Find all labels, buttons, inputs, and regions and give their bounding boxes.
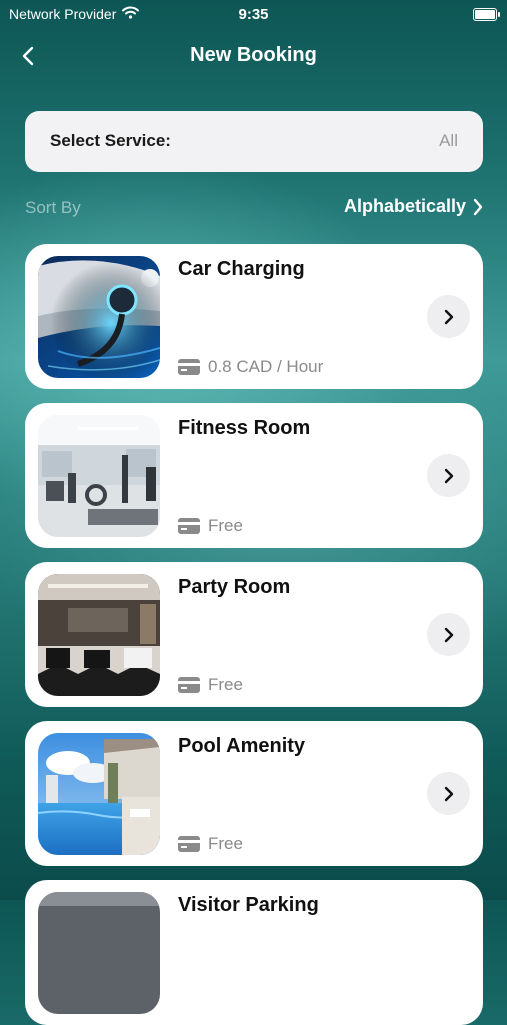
amenity-name: Car Charging [178,258,305,280]
amenity-price: Free [178,834,243,854]
nav-header: New Booking [0,38,507,76]
service-selector-label: Select Service: [50,131,171,150]
amenity-image [38,892,160,1014]
service-selector-value: All [439,131,458,150]
amenity-image [38,574,160,696]
credit-card-icon [178,677,200,693]
open-amenity-button[interactable] [427,295,470,338]
sort-option-button[interactable]: Alphabetically [344,196,483,217]
open-amenity-button[interactable] [427,613,470,656]
amenity-name: Party Room [178,576,291,598]
amenity-price: Free [178,516,243,536]
amenity-card-car-charging[interactable]: Car Charging 0.8 CAD / Hour [25,244,483,389]
amenity-price-text: 0.8 CAD / Hour [208,357,324,376]
amenity-name: Pool Amenity [178,735,306,757]
chevron-right-icon [473,198,483,215]
chevron-right-icon [444,468,453,483]
service-selector[interactable]: Select Service: All [25,111,483,172]
credit-card-icon [178,836,200,852]
amenity-card-pool-amenity[interactable]: Pool Amenity Free [25,721,483,866]
amenity-price-text: Free [208,834,243,853]
status-bar: Network Provider 9:35 [0,0,507,28]
credit-card-icon [178,518,200,534]
open-amenity-button[interactable] [427,454,470,497]
sort-label: Sort By [25,198,81,217]
amenity-card-visitor-parking[interactable]: Visitor Parking [25,880,483,1025]
credit-card-icon [178,359,200,375]
chevron-right-icon [444,627,453,642]
chevron-right-icon [444,309,453,324]
chevron-right-icon [444,786,453,801]
amenity-price-text: Free [208,675,243,694]
amenity-name: Visitor Parking [178,894,319,916]
amenity-image [38,733,160,855]
amenity-price-text: Free [208,516,243,535]
amenity-price: Free [178,675,243,695]
status-time: 9:35 [238,6,269,23]
page-title: New Booking [190,44,317,66]
amenity-card-fitness-room[interactable]: Fitness Room Free [25,403,483,548]
amenity-price: 0.8 CAD / Hour [178,357,323,377]
amenity-image [38,256,160,378]
amenity-image [38,415,160,537]
amenity-name: Fitness Room [178,417,311,439]
battery-icon [473,8,500,21]
sort-value: Alphabetically [343,196,466,216]
open-amenity-button[interactable] [427,772,470,815]
amenity-card-party-room[interactable]: Party Room Free [25,562,483,707]
